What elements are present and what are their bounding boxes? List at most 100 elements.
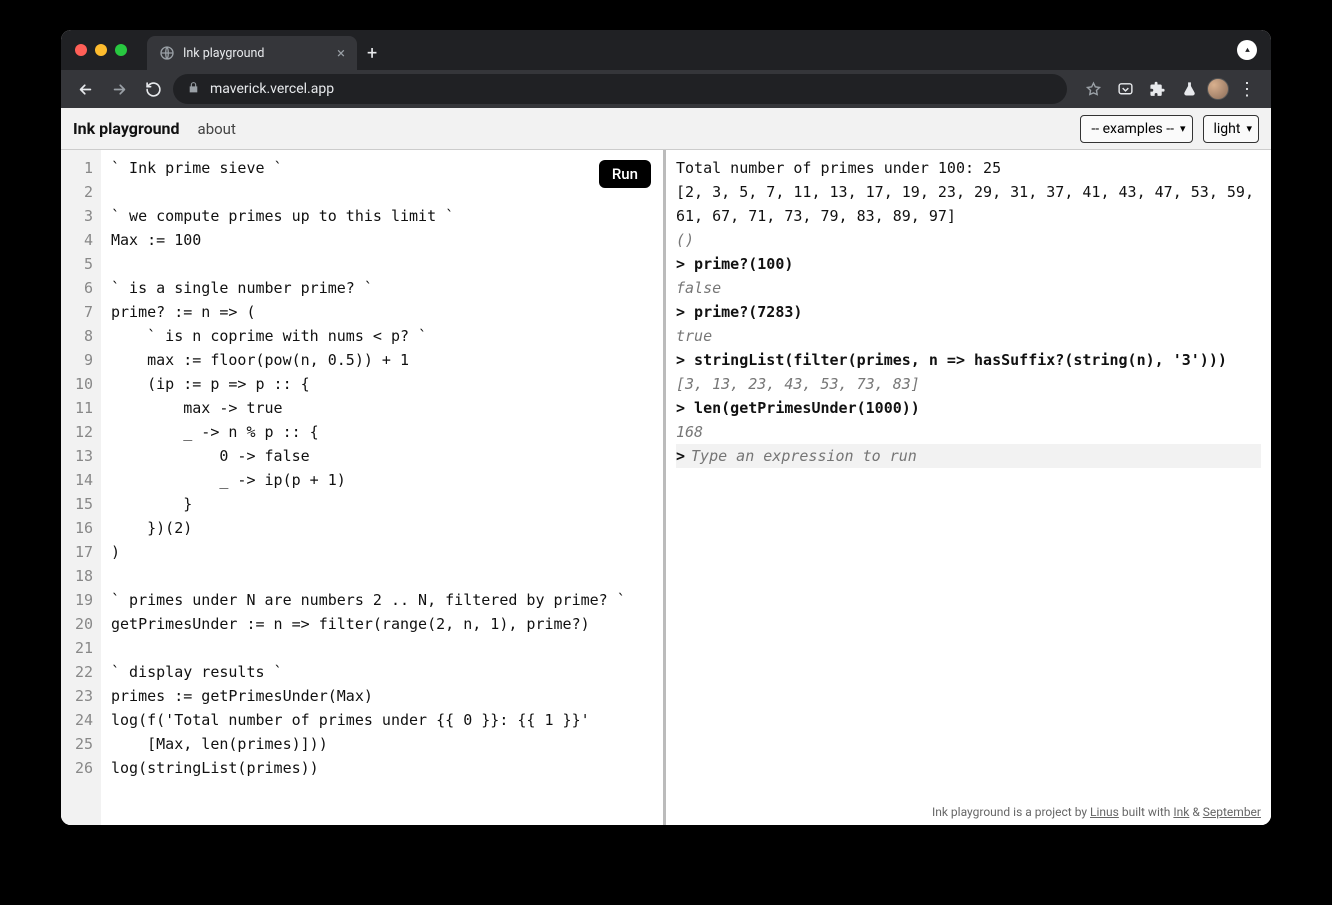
code-line[interactable]: ` is a single number prime? ` [111, 276, 653, 300]
line-number-gutter: 1234567891011121314151617181920212223242… [61, 150, 101, 825]
code-line[interactable]: log(stringList(primes)) [111, 756, 653, 780]
line-number: 15 [61, 492, 93, 516]
code-line[interactable]: [Max, len(primes)])) [111, 732, 653, 756]
line-number: 4 [61, 228, 93, 252]
line-number: 19 [61, 588, 93, 612]
star-icon[interactable] [1079, 75, 1107, 103]
about-link[interactable]: about [198, 120, 236, 138]
code-line[interactable]: prime? := n => ( [111, 300, 653, 324]
repl-input-line: > len(getPrimesUnder(1000)) [676, 396, 1261, 420]
footer-text: Ink playground is a project by [932, 805, 1090, 819]
code-line[interactable]: })(2) [111, 516, 653, 540]
browser-tab-strip: Ink playground × + [61, 30, 1271, 70]
code-line[interactable]: ` display results ` [111, 660, 653, 684]
profile-avatar[interactable] [1207, 78, 1229, 100]
footer-september-link[interactable]: September [1203, 805, 1261, 819]
code-line[interactable]: log(f('Total number of primes under {{ 0… [111, 708, 653, 732]
code-line[interactable]: primes := getPrimesUnder(Max) [111, 684, 653, 708]
line-number: 20 [61, 612, 93, 636]
line-number: 11 [61, 396, 93, 420]
lock-icon [187, 81, 200, 98]
examples-select[interactable]: -- examples -- ▾ [1080, 115, 1192, 143]
theme-select[interactable]: light ▾ [1203, 115, 1260, 143]
forward-button[interactable] [105, 75, 133, 103]
line-number: 10 [61, 372, 93, 396]
browser-tab[interactable]: Ink playground × [147, 36, 357, 70]
line-number: 1 [61, 156, 93, 180]
repl-output-trailer: () [676, 228, 1261, 252]
editor-pane: 1234567891011121314151617181920212223242… [61, 150, 666, 825]
browser-window: Ink playground × + maverick.vercel.app [61, 30, 1271, 825]
browser-menu-button[interactable]: ⋮ [1233, 75, 1261, 103]
repl-output: Total number of primes under 100: 25[2, … [666, 150, 1271, 801]
line-number: 24 [61, 708, 93, 732]
line-number: 26 [61, 756, 93, 780]
code-line[interactable]: Max := 100 [111, 228, 653, 252]
line-number: 3 [61, 204, 93, 228]
code-line[interactable]: ` is n coprime with nums < p? ` [111, 324, 653, 348]
code-line[interactable]: } [111, 492, 653, 516]
footer-ink-link[interactable]: Ink [1173, 805, 1189, 819]
chevron-down-icon: ▾ [1246, 122, 1252, 135]
line-number: 18 [61, 564, 93, 588]
globe-icon [159, 45, 175, 61]
repl-output-line: Total number of primes under 100: 25 [676, 156, 1261, 180]
line-number: 25 [61, 732, 93, 756]
code-line[interactable] [111, 252, 653, 276]
code-editor[interactable]: ` Ink prime sieve ` ` we compute primes … [101, 150, 663, 825]
repl-result-line: false [676, 276, 1261, 300]
back-button[interactable] [71, 75, 99, 103]
code-line[interactable]: getPrimesUnder := n => filter(range(2, n… [111, 612, 653, 636]
line-number: 23 [61, 684, 93, 708]
labs-icon[interactable] [1175, 75, 1203, 103]
footer-text: & [1189, 805, 1202, 819]
window-zoom-button[interactable] [115, 44, 127, 56]
code-line[interactable] [111, 564, 653, 588]
line-number: 9 [61, 348, 93, 372]
code-line[interactable]: max -> true [111, 396, 653, 420]
repl-input[interactable] [691, 447, 1261, 465]
code-line[interactable]: ` primes under N are numbers 2 .. N, fil… [111, 588, 653, 612]
repl-input-line: > prime?(7283) [676, 300, 1261, 324]
run-button[interactable]: Run [599, 160, 651, 188]
code-line[interactable]: ) [111, 540, 653, 564]
code-line[interactable]: (ip := p => p :: { [111, 372, 653, 396]
app-header: Ink playground about -- examples -- ▾ li… [61, 108, 1271, 150]
repl-output-line: [2, 3, 5, 7, 11, 13, 17, 19, 23, 29, 31,… [676, 180, 1261, 228]
window-minimize-button[interactable] [95, 44, 107, 56]
tab-close-icon[interactable]: × [337, 46, 345, 61]
footer-text: built with [1119, 805, 1174, 819]
line-number: 7 [61, 300, 93, 324]
line-number: 13 [61, 444, 93, 468]
repl-result-line: true [676, 324, 1261, 348]
code-line[interactable]: ` we compute primes up to this limit ` [111, 204, 653, 228]
url-text: maverick.vercel.app [210, 81, 334, 97]
code-line[interactable]: _ -> n % p :: { [111, 420, 653, 444]
tab-title: Ink playground [183, 46, 264, 61]
line-number: 17 [61, 540, 93, 564]
repl-prompt-row: > [676, 444, 1261, 468]
code-line[interactable]: _ -> ip(p + 1) [111, 468, 653, 492]
line-number: 5 [61, 252, 93, 276]
code-line[interactable]: ` Ink prime sieve ` [111, 156, 653, 180]
line-number: 2 [61, 180, 93, 204]
window-controls [75, 44, 127, 56]
pocket-icon[interactable] [1111, 75, 1139, 103]
repl-prompt-symbol: > [676, 444, 685, 468]
profile-badge-icon[interactable] [1237, 40, 1257, 60]
code-line[interactable]: max := floor(pow(n, 0.5)) + 1 [111, 348, 653, 372]
theme-select-value: light [1214, 121, 1241, 137]
reload-button[interactable] [139, 75, 167, 103]
address-bar[interactable]: maverick.vercel.app [173, 74, 1067, 104]
new-tab-button[interactable]: + [367, 43, 377, 64]
code-line[interactable] [111, 636, 653, 660]
code-line[interactable]: 0 -> false [111, 444, 653, 468]
window-close-button[interactable] [75, 44, 87, 56]
examples-select-value: -- examples -- [1091, 121, 1174, 137]
line-number: 21 [61, 636, 93, 660]
extensions-icon[interactable] [1143, 75, 1171, 103]
line-number: 14 [61, 468, 93, 492]
code-line[interactable] [111, 180, 653, 204]
footer-author-link[interactable]: Linus [1090, 805, 1119, 819]
repl-input-line: > stringList(filter(primes, n => hasSuff… [676, 348, 1261, 372]
